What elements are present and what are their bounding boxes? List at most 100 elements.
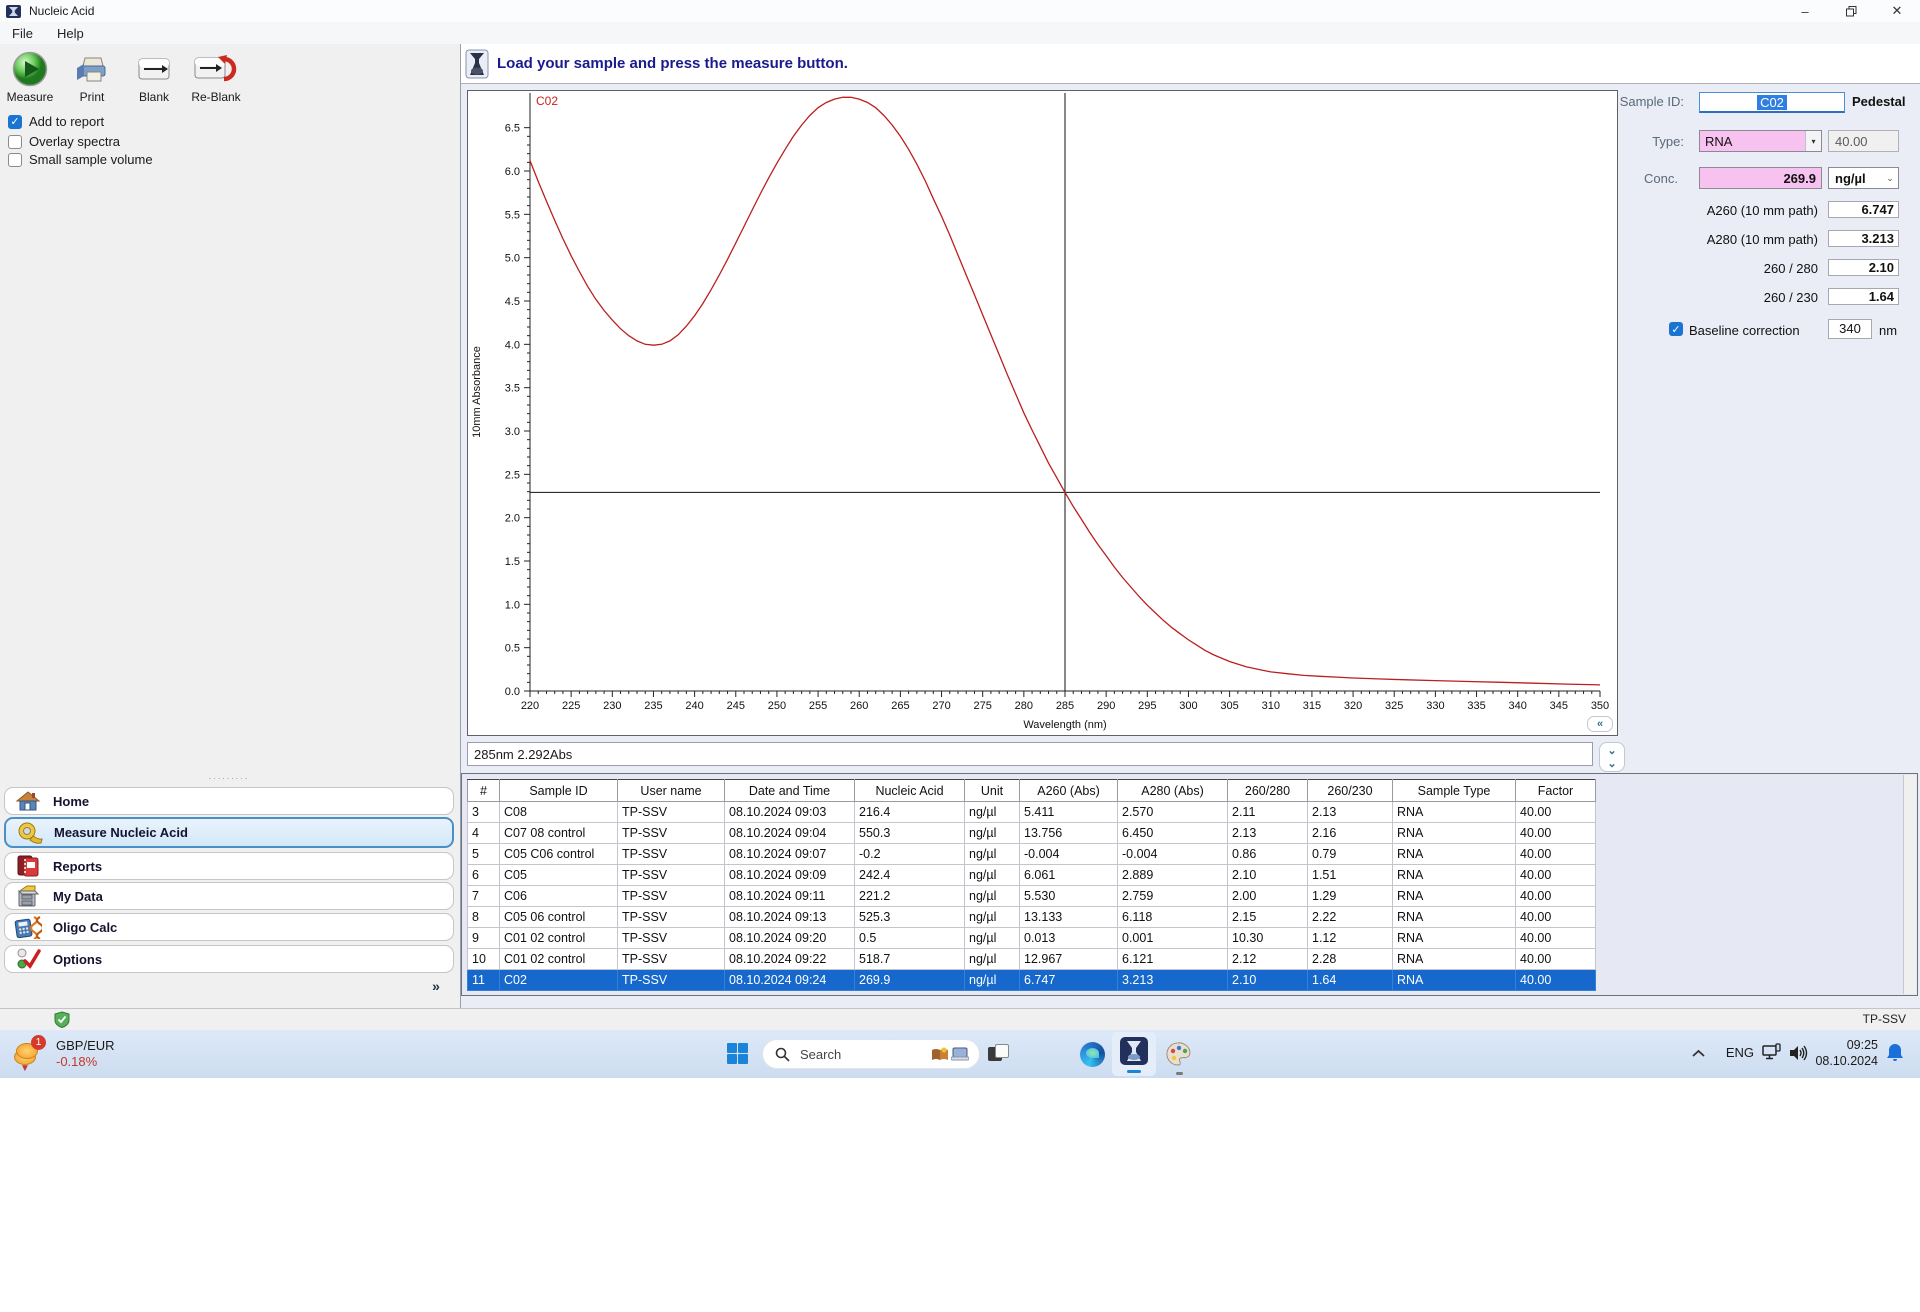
sidebar-item-options[interactable]: Options — [4, 945, 454, 973]
column-header[interactable]: Date and Time — [724, 779, 855, 802]
baseline-unit-label: nm — [1879, 323, 1898, 338]
column-header[interactable]: 260/230 — [1307, 779, 1393, 802]
factor-field[interactable]: 40.00 — [1828, 130, 1899, 152]
panel-splitter[interactable]: ......... — [0, 772, 458, 781]
table-cell: 10 — [467, 948, 500, 970]
table-row[interactable]: 3 C08 TP-SSV 08.10.2024 09:03 216.4 ng/µl 5.41… — [467, 801, 1596, 823]
table-cell: ng/µl — [964, 969, 1020, 991]
column-header[interactable]: Sample Type — [1392, 779, 1516, 802]
column-header[interactable]: # — [467, 779, 500, 802]
ratio-260-280-label: 260 / 280 — [1763, 261, 1818, 276]
table-cell: 2.889 — [1117, 864, 1228, 886]
nucleic-acid-app-taskbar-icon[interactable] — [1112, 1032, 1156, 1076]
notification-bell-icon[interactable] — [1886, 1043, 1904, 1066]
volume-icon[interactable] — [1789, 1044, 1808, 1065]
results-table: # Sample ID User name Date and Time Nucleic … — [467, 779, 1596, 991]
clock[interactable]: 09:25 08.10.2024 — [1815, 1037, 1878, 1069]
table-cell: 9 — [467, 927, 500, 949]
measure-button[interactable]: Measure — [4, 50, 56, 104]
column-header[interactable]: Factor — [1515, 779, 1596, 802]
column-header[interactable]: 260/280 — [1227, 779, 1308, 802]
table-row[interactable]: 5 C05 C06 control TP-SSV 08.10.2024 09:07 -0… — [467, 843, 1596, 865]
column-header[interactable]: Sample ID — [499, 779, 618, 802]
table-cell: 4 — [467, 822, 500, 844]
app-status-bar: TP-SSV — [0, 1008, 1920, 1030]
baseline-correction-checkbox[interactable]: ✓ — [1669, 322, 1683, 336]
app-icon — [6, 4, 21, 18]
options-icon — [13, 947, 43, 971]
sidebar-item-my-data[interactable]: My Data — [4, 882, 454, 910]
language-indicator[interactable]: ENG — [1726, 1045, 1754, 1060]
table-row[interactable]: 11 C02 TP-SSV 08.10.2024 09:24 269.9 ng/µl 6.7… — [467, 969, 1596, 991]
type-dropdown[interactable]: RNA ▾ — [1699, 130, 1822, 152]
table-row[interactable]: 6 C05 TP-SSV 08.10.2024 09:09 242.4 ng/µl 6.06… — [467, 864, 1596, 886]
svg-text:255: 255 — [809, 700, 827, 712]
main-content: Load your sample and press the measure b… — [460, 44, 1920, 1008]
table-cell: 2.00 — [1227, 885, 1308, 907]
search-box[interactable]: Search — [762, 1039, 980, 1069]
conc-field[interactable]: 269.9 — [1699, 167, 1822, 189]
table-row[interactable]: 4 C07 08 control TP-SSV 08.10.2024 09:04 550… — [467, 822, 1596, 844]
widgets-button[interactable]: 1 ▼ GBP/EUR -0.18% — [14, 1035, 115, 1074]
baseline-wavelength-field[interactable]: 340 — [1828, 319, 1872, 339]
column-header[interactable]: A280 (Abs) — [1117, 779, 1228, 802]
column-header[interactable]: Nucleic Acid — [854, 779, 965, 802]
network-icon[interactable] — [1762, 1043, 1782, 1066]
table-cell: 2.12 — [1227, 948, 1308, 970]
start-button[interactable] — [727, 1043, 751, 1065]
sample-id-input[interactable]: C02 — [1699, 92, 1845, 113]
sample-id-value: C02 — [1757, 94, 1787, 110]
table-cell: 40.00 — [1515, 885, 1596, 907]
table-cell: 2.13 — [1307, 801, 1393, 823]
unit-value: ng/µl — [1835, 170, 1866, 186]
table-cell: ng/µl — [964, 843, 1020, 865]
sidebar-more-chevron[interactable]: » — [426, 978, 446, 996]
blank-button[interactable]: Blank — [128, 50, 180, 104]
column-header[interactable]: Unit — [964, 779, 1020, 802]
search-highlight-image — [931, 1047, 969, 1062]
paint-app-icon[interactable] — [1166, 1042, 1192, 1068]
tray-date: 08.10.2024 — [1815, 1054, 1878, 1068]
checkbox-overlay-spectra[interactable]: Overlay spectra — [8, 134, 120, 149]
results-scrollbar[interactable] — [1903, 775, 1916, 994]
menu-file[interactable]: File — [0, 26, 45, 41]
cursor-readout-bar: 285nm 2.292Abs — [467, 742, 1593, 766]
reblank-button[interactable]: Re-Blank — [190, 50, 242, 104]
sidebar-item-home[interactable]: Home — [4, 787, 454, 815]
unit-dropdown[interactable]: ng/µl ⌄ — [1828, 167, 1899, 189]
sidebar-item-oligo-calc[interactable]: Oligo Calc — [4, 913, 454, 941]
close-button[interactable]: ✕ — [1874, 0, 1920, 22]
sample-id-label: Sample ID: — [1619, 94, 1684, 109]
table-row[interactable]: 9 C01 02 control TP-SSV 08.10.2024 09:20 0.5… — [467, 927, 1596, 949]
edge-browser-icon[interactable] — [1080, 1042, 1105, 1067]
menu-help[interactable]: Help — [45, 26, 96, 41]
table-cell: -0.2 — [854, 843, 965, 865]
print-button[interactable]: Print — [66, 50, 118, 104]
results-panel: # Sample ID User name Date and Time Nucleic … — [461, 773, 1918, 996]
sidebar-item-measure-nucleic-acid[interactable]: Measure Nucleic Acid — [4, 817, 454, 848]
checkbox-small-sample-volume[interactable]: Small sample volume — [8, 152, 153, 167]
svg-text:5.0: 5.0 — [505, 253, 520, 265]
table-row[interactable]: 7 C06 TP-SSV 08.10.2024 09:11 221.2 ng/µl 5.53… — [467, 885, 1596, 907]
restore-button[interactable] — [1828, 0, 1874, 22]
column-header[interactable]: A260 (Abs) — [1019, 779, 1118, 802]
table-cell: 5 — [467, 843, 500, 865]
chart-collapse-left-button[interactable]: « — [1587, 716, 1613, 732]
table-row[interactable]: 10 C01 02 control TP-SSV 08.10.2024 09:22 51… — [467, 948, 1596, 970]
table-collapse-button[interactable]: ⌄ ⌄ — [1599, 742, 1625, 772]
table-row[interactable]: 8 C05 06 control TP-SSV 08.10.2024 09:13 525… — [467, 906, 1596, 928]
table-cell: TP-SSV — [617, 843, 725, 865]
minimize-button[interactable]: – — [1782, 0, 1828, 22]
tray-expand-chevron[interactable] — [1692, 1046, 1705, 1061]
baseline-correction-label: Baseline correction — [1689, 323, 1800, 338]
table-cell: 5.411 — [1019, 801, 1118, 823]
svg-text:345: 345 — [1550, 700, 1568, 712]
checkbox-add-to-report[interactable]: ✓ Add to report — [8, 114, 104, 129]
column-header[interactable]: User name — [617, 779, 725, 802]
table-cell: ng/µl — [964, 885, 1020, 907]
sidebar-item-reports[interactable]: Reports — [4, 852, 454, 880]
table-cell: 0.5 — [854, 927, 965, 949]
table-cell: 5.530 — [1019, 885, 1118, 907]
task-view-button[interactable] — [988, 1044, 1010, 1064]
checkbox-icon — [8, 134, 22, 149]
